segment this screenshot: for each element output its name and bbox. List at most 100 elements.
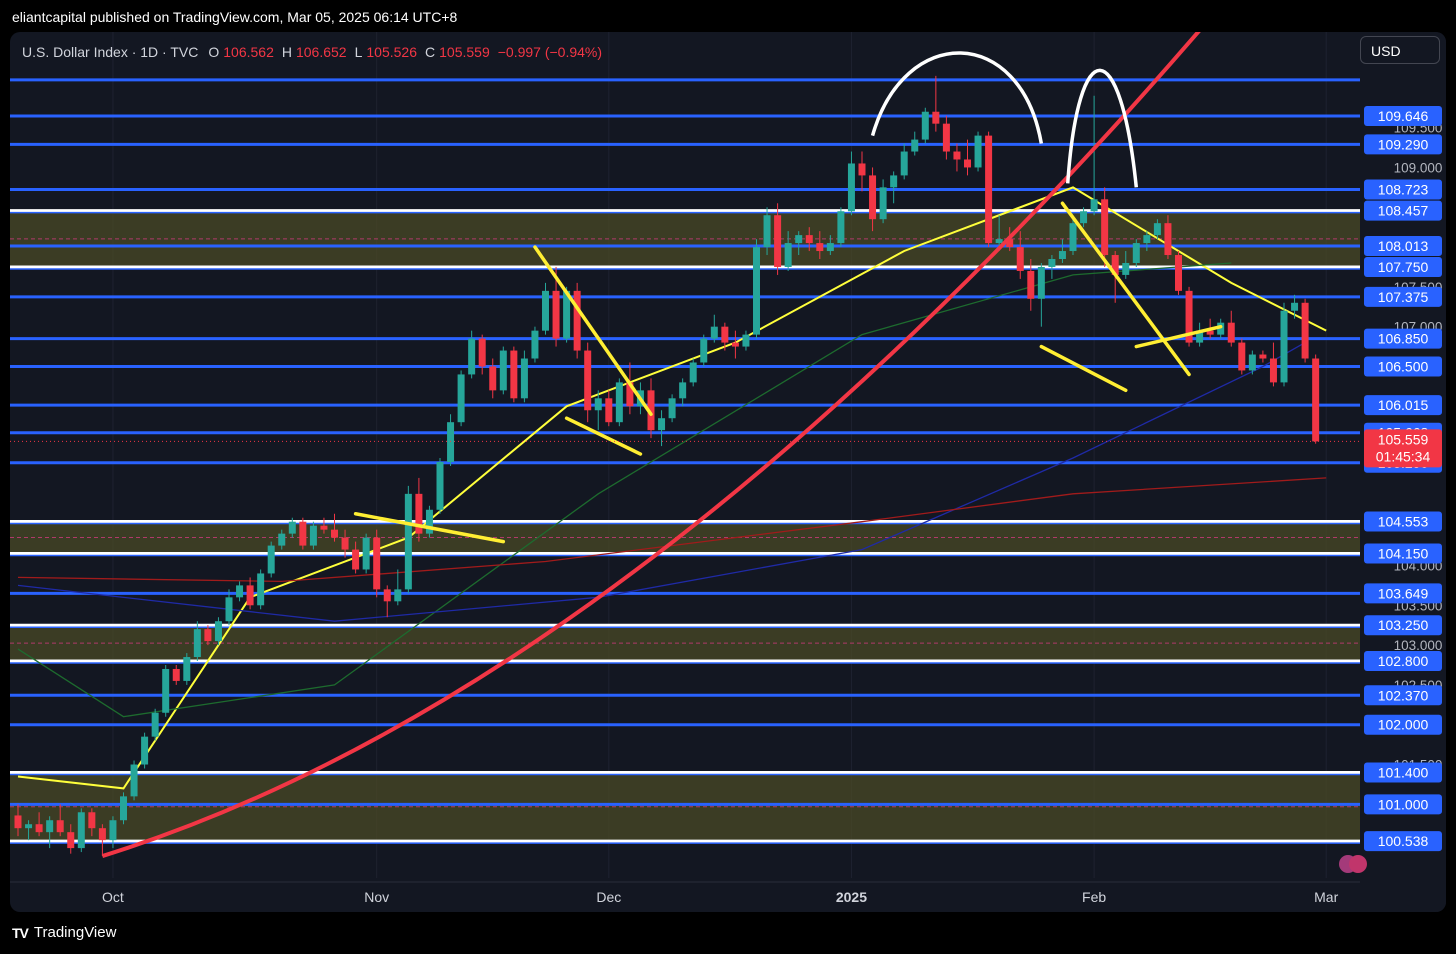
trend-line	[1134, 324, 1223, 349]
trend-curve	[101, 32, 1201, 858]
candle-body	[288, 521, 296, 534]
candle-body	[890, 175, 898, 188]
candle-body	[77, 812, 85, 849]
candle-body	[795, 235, 803, 244]
candle-body	[658, 418, 666, 431]
candle-body	[373, 537, 381, 590]
candle-body	[531, 330, 539, 359]
candle-body	[784, 243, 792, 267]
head-arc-left	[870, 51, 1044, 144]
candle-body	[710, 326, 718, 339]
candle-body	[964, 159, 971, 168]
candle-body	[46, 820, 54, 833]
candle-body	[668, 398, 676, 419]
candle-body	[826, 243, 834, 252]
ohlc-legend: U.S. Dollar Index · 1D · TVC O 106.562 H1…	[22, 44, 606, 60]
candle-body	[921, 111, 929, 140]
candle-body	[457, 374, 465, 423]
candle-body	[1175, 255, 1182, 291]
candle-body	[1153, 223, 1161, 236]
level-price-label: 102.000	[1378, 717, 1429, 733]
candle-body	[1269, 358, 1277, 383]
candle-body	[1101, 199, 1109, 256]
candle-body	[14, 815, 22, 829]
moving-average-line	[17, 186, 1327, 790]
candle-body	[573, 290, 581, 351]
candle-body	[1280, 310, 1288, 383]
candle-body	[331, 529, 338, 538]
candle-body	[731, 342, 739, 347]
candle-body	[689, 362, 697, 383]
candle-body	[35, 824, 43, 833]
candle-body	[436, 462, 444, 510]
candle-body	[721, 326, 729, 343]
level-price-label: 107.750	[1378, 259, 1429, 275]
candle-body	[1048, 259, 1056, 267]
candle-body	[879, 187, 887, 220]
candle-body	[225, 597, 233, 622]
candle-body	[763, 215, 771, 248]
candle-body	[299, 521, 307, 546]
drawn-annotations	[10, 32, 1360, 858]
candle-body	[499, 350, 507, 391]
candle-body	[204, 629, 212, 642]
x-tick-label: 2025	[836, 889, 867, 905]
currency-button[interactable]: USD	[1360, 36, 1440, 64]
zone-bands	[10, 210, 1360, 842]
candle-body	[183, 657, 191, 681]
candle-body	[130, 764, 138, 797]
candle-body	[742, 334, 750, 347]
candle-body	[267, 545, 275, 574]
candle-body	[141, 736, 149, 765]
candle-body	[151, 712, 159, 737]
candle-body	[1143, 235, 1151, 244]
candle-body	[468, 338, 476, 375]
x-tick-label: Mar	[1314, 889, 1338, 905]
candle-body	[520, 358, 528, 399]
candle-body	[362, 537, 370, 570]
candle-body	[478, 338, 486, 367]
candle-body	[162, 668, 170, 713]
low-label: L	[354, 44, 363, 60]
trend-line	[564, 416, 643, 456]
symbol-title: U.S. Dollar Index · 1D · TVC	[22, 44, 199, 60]
candle-body	[753, 247, 760, 335]
candle-body	[679, 382, 687, 399]
level-price-label: 101.000	[1378, 796, 1429, 812]
candle-body	[1027, 270, 1035, 299]
tradingview-brand[interactable]: TV TradingView	[12, 921, 116, 945]
level-price-label: 107.375	[1378, 289, 1429, 305]
level-price-label: 103.250	[1378, 617, 1429, 633]
chart-grid	[112, 32, 1327, 878]
level-price-label: 103.649	[1378, 585, 1429, 601]
chart-frame[interactable]: 109.500109.000107.500107.000106.000104.0…	[10, 32, 1446, 912]
candle-body	[1037, 266, 1045, 299]
horizontal-levels	[10, 78, 1360, 844]
brand-name: TradingView	[33, 924, 117, 941]
trend-line	[533, 245, 653, 416]
candle-body	[1248, 354, 1256, 371]
candle-body	[309, 525, 317, 546]
candle-body	[942, 123, 950, 152]
candle-body	[1238, 342, 1246, 371]
candle-body	[774, 215, 782, 267]
head-arc-right	[1065, 68, 1139, 188]
candle-body	[700, 338, 708, 363]
candle-body	[1227, 322, 1235, 343]
candle-body	[816, 243, 824, 252]
high-label: H	[281, 44, 292, 60]
candle-body	[1259, 354, 1267, 359]
flag-icon	[1349, 855, 1367, 873]
level-price-label: 108.723	[1378, 182, 1429, 198]
candlestick-chart[interactable]: 109.500109.000107.500107.000106.000104.0…	[10, 32, 1446, 912]
low-value: 105.526	[366, 44, 417, 60]
candle-body	[1058, 251, 1066, 259]
high-value: 106.652	[295, 44, 347, 60]
candle-body	[320, 525, 328, 530]
candle-body	[383, 589, 391, 602]
candle-body	[953, 151, 961, 160]
x-tick-label: Oct	[102, 889, 124, 905]
level-price-label: 106.500	[1378, 358, 1429, 374]
candle-body	[1069, 223, 1077, 252]
candle-body	[805, 235, 813, 244]
